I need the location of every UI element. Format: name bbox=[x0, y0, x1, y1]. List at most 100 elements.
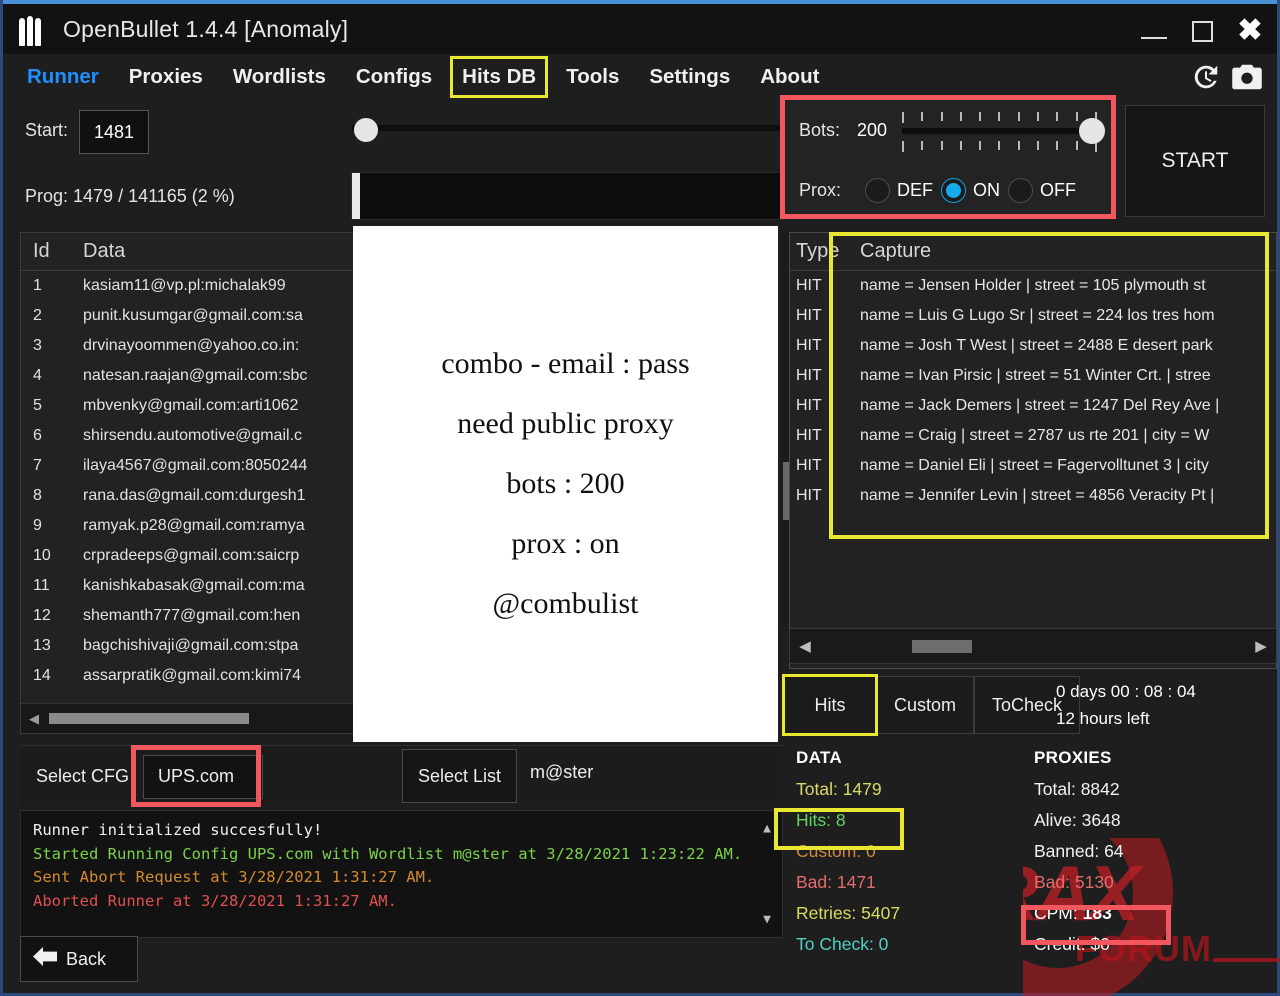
cell-capture: name = Ivan Pirsic | street = 51 Winter … bbox=[860, 367, 1211, 384]
capture-scroll-left-icon[interactable]: ◀ bbox=[790, 637, 820, 655]
capture-hscroll-thumb[interactable] bbox=[912, 639, 972, 653]
stat-proxies-cpm: CPM: 183 bbox=[1034, 903, 1112, 923]
range-slider[interactable] bbox=[352, 118, 782, 142]
table-row[interactable]: 9 ramyak.p28@gmail.com:ramya bbox=[21, 511, 357, 541]
overlay-line-combo: combo - email : pass bbox=[441, 347, 690, 380]
nav-item-settings[interactable]: Settings bbox=[643, 62, 736, 92]
cell-id: 12 bbox=[33, 607, 51, 624]
column-header-data[interactable]: Data bbox=[83, 240, 357, 263]
start-input[interactable]: 1481 bbox=[79, 110, 149, 154]
prox-radio-def[interactable] bbox=[865, 178, 890, 203]
prox-radio-on[interactable] bbox=[941, 178, 966, 203]
info-overlay-card: combo - email : pass need public proxy b… bbox=[353, 226, 778, 742]
select-list-button[interactable]: Select List bbox=[402, 749, 517, 803]
table-row[interactable]: 11 kanishkabasak@gmail.com:ma bbox=[21, 571, 357, 601]
minimize-icon bbox=[1141, 37, 1167, 39]
bots-slider-rail bbox=[902, 128, 1097, 134]
table-row[interactable]: 12 shemanth777@gmail.com:hen bbox=[21, 601, 357, 631]
data-grid[interactable]: Id Data 1 kasiam11@vp.pl:michalak99 2 punit… bbox=[20, 232, 358, 734]
nav-item-proxies[interactable]: Proxies bbox=[123, 62, 209, 92]
tab-custom[interactable]: Custom bbox=[876, 676, 975, 734]
column-header-type[interactable]: Type bbox=[790, 240, 846, 263]
cell-type: HIT bbox=[796, 427, 822, 444]
bots-slider-thumb[interactable] bbox=[1079, 118, 1105, 144]
minimize-button[interactable] bbox=[1131, 10, 1177, 52]
prox-label: Prox: bbox=[799, 180, 842, 200]
table-row[interactable]: 7 ilaya4567@gmail.com:8050244 bbox=[21, 451, 357, 481]
table-row[interactable]: 14 assarpratik@gmail.com:kimi74 bbox=[21, 661, 357, 691]
runner-log[interactable]: Runner initialized succesfully! Started R… bbox=[20, 810, 783, 938]
select-cfg-label[interactable]: Select CFG bbox=[36, 766, 129, 787]
log-scroll-up-icon[interactable]: ▲ bbox=[763, 817, 771, 841]
table-row[interactable]: 2 punit.kusumgar@gmail.com:sa bbox=[21, 301, 357, 331]
prox-radio-off[interactable] bbox=[1008, 178, 1033, 203]
cell-data: kanishkabasak@gmail.com:ma bbox=[83, 577, 305, 594]
capture-grid[interactable]: Type Capture HIT name = Jensen Holder | s… bbox=[789, 232, 1277, 669]
window-controls: ✖ bbox=[1131, 4, 1273, 58]
back-button-label: Back bbox=[66, 948, 107, 969]
log-scroll-down-icon[interactable]: ▼ bbox=[763, 908, 771, 932]
nav-item-wordlists[interactable]: Wordlists bbox=[227, 62, 332, 92]
cell-data: crpradeeps@gmail.com:saicrp bbox=[83, 547, 300, 564]
nav-item-hits-db[interactable]: Hits DB bbox=[450, 56, 549, 98]
table-row[interactable]: 4 natesan.raajan@gmail.com:sbc bbox=[21, 361, 357, 391]
cell-data: shirsendu.automotive@gmail.c bbox=[83, 427, 303, 444]
bots-prox-panel: Bots: 200 Prox: DEF ON OFF bbox=[785, 100, 1111, 214]
table-row[interactable]: 5 mbvenky@gmail.com:arti1062 bbox=[21, 391, 357, 421]
scroll-left-icon[interactable]: ◀ bbox=[21, 711, 47, 727]
cell-id: 8 bbox=[33, 487, 42, 504]
cell-data: kasiam11@vp.pl:michalak99 bbox=[83, 277, 286, 294]
cell-id: 3 bbox=[33, 337, 42, 354]
history-clock-icon[interactable] bbox=[1191, 62, 1221, 92]
tab-hits[interactable]: Hits bbox=[782, 674, 878, 736]
cell-data: rana.das@gmail.com:durgesh1 bbox=[83, 487, 306, 504]
bots-slider[interactable] bbox=[902, 112, 1105, 152]
stat-proxies-alive: Alive: 3648 bbox=[1034, 810, 1121, 830]
app-title: OpenBullet 1.4.4 [Anomaly] bbox=[63, 15, 349, 42]
nav-item-tools[interactable]: Tools bbox=[560, 62, 625, 92]
nav-item-configs[interactable]: Configs bbox=[350, 62, 438, 92]
table-row[interactable]: 10 crpradeeps@gmail.com:saicrp bbox=[21, 541, 357, 571]
table-row[interactable]: HIT name = Ivan Pirsic | street = 51 Wint… bbox=[790, 361, 1276, 391]
table-row[interactable]: HIT name = Jennifer Levin | street = 4856… bbox=[790, 481, 1276, 511]
maximize-button[interactable] bbox=[1179, 10, 1225, 52]
selected-config-value[interactable]: UPS.com bbox=[143, 754, 264, 799]
table-row[interactable]: HIT name = Josh T West | street = 2488 E … bbox=[790, 331, 1276, 361]
table-row[interactable]: 3 drvinayoommen@yahoo.co.in: bbox=[21, 331, 357, 361]
cell-data: shemanth777@gmail.com:hen bbox=[83, 607, 301, 624]
table-row[interactable]: HIT name = Daniel Eli | street = Fagervol… bbox=[790, 451, 1276, 481]
data-grid-body: 1 kasiam11@vp.pl:michalak99 2 punit.kusumga… bbox=[21, 271, 357, 691]
cell-type: HIT bbox=[796, 397, 822, 414]
stat-proxies-banned: Banned: 64 bbox=[1034, 841, 1124, 861]
capture-grid-hscrollbar[interactable]: ◀ ▶ bbox=[789, 628, 1277, 664]
data-grid-hscroll-thumb[interactable] bbox=[49, 713, 249, 724]
table-row[interactable]: 1 kasiam11@vp.pl:michalak99 bbox=[21, 271, 357, 301]
data-grid-hscrollbar[interactable]: ◀ bbox=[21, 703, 357, 733]
bots-prox-highlight-box: Bots: 200 Prox: DEF ON OFF bbox=[780, 95, 1116, 219]
start-button[interactable]: START bbox=[1125, 105, 1265, 217]
capture-scroll-right-icon[interactable]: ▶ bbox=[1246, 637, 1276, 655]
table-row[interactable]: HIT name = Jack Demers | street = 1247 De… bbox=[790, 391, 1276, 421]
cell-data: ramyak.p28@gmail.com:ramya bbox=[83, 517, 305, 534]
table-row[interactable]: HIT name = Luis G Lugo Sr | street = 224 … bbox=[790, 301, 1276, 331]
runner-timer: 0 days 00 : 08 : 04 12 hours left bbox=[1056, 678, 1196, 732]
back-button[interactable]: Back bbox=[20, 936, 138, 982]
camera-icon[interactable] bbox=[1231, 63, 1263, 91]
close-button[interactable]: ✖ bbox=[1227, 10, 1273, 52]
close-icon: ✖ bbox=[1237, 14, 1263, 47]
range-slider-thumb[interactable] bbox=[354, 118, 378, 142]
bots-slider-ticks-top bbox=[902, 112, 1097, 123]
log-line: Aborted Runner at 3/28/2021 1:31:27 AM. bbox=[33, 891, 397, 910]
table-row[interactable]: 8 rana.das@gmail.com:durgesh1 bbox=[21, 481, 357, 511]
column-header-capture[interactable]: Capture bbox=[846, 240, 1276, 263]
nav-item-about[interactable]: About bbox=[754, 62, 825, 92]
table-row[interactable]: 13 bagchishivaji@gmail.com:stpa bbox=[21, 631, 357, 661]
table-row[interactable]: 6 shirsendu.automotive@gmail.c bbox=[21, 421, 357, 451]
log-scrollbar[interactable]: ▲ ▼ bbox=[752, 811, 782, 937]
column-header-id[interactable]: Id bbox=[21, 240, 83, 263]
table-row[interactable]: HIT name = Craig | street = 2787 us rte 2… bbox=[790, 421, 1276, 451]
stats-data-title: DATA bbox=[796, 748, 842, 767]
prox-option-off-label: OFF bbox=[1040, 180, 1076, 200]
nav-item-runner[interactable]: Runner bbox=[21, 62, 105, 92]
table-row[interactable]: HIT name = Jensen Holder | street = 105 p… bbox=[790, 271, 1276, 301]
